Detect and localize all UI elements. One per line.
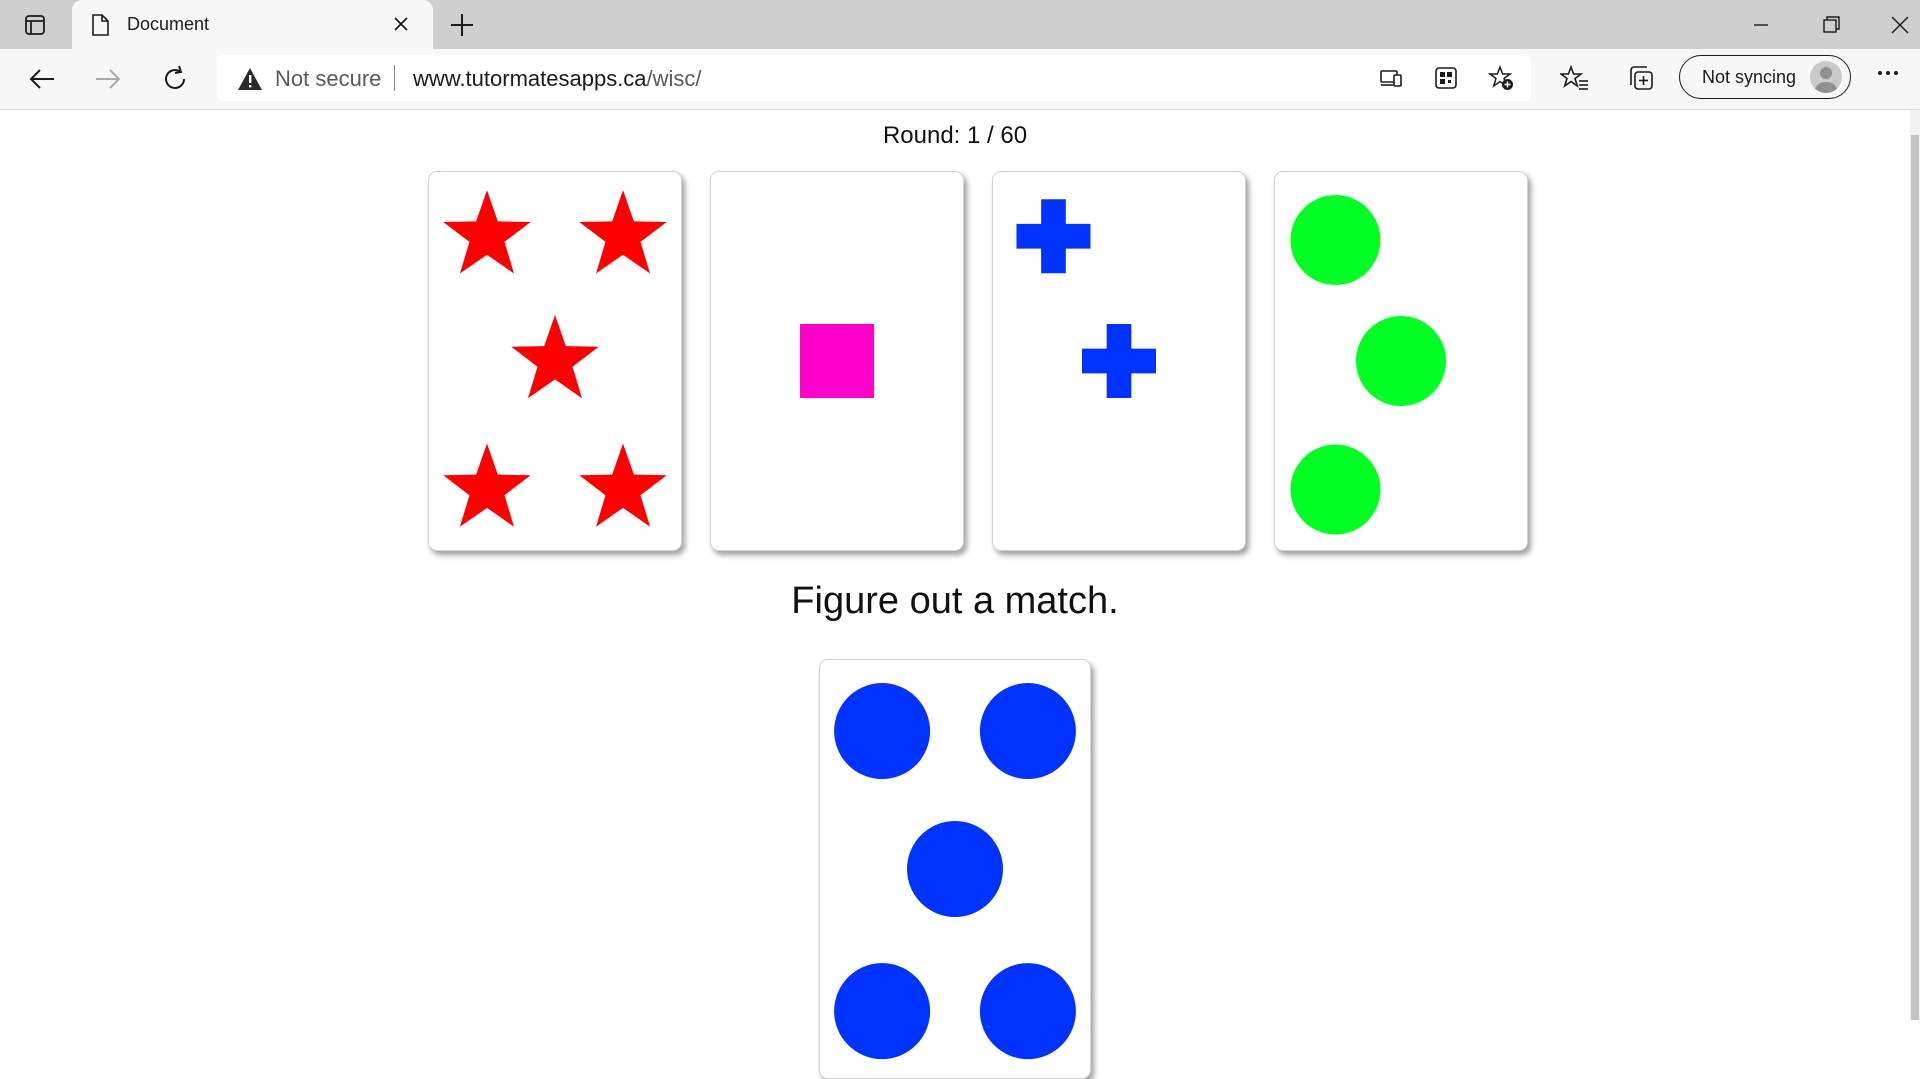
security-status[interactable]: Not secure xyxy=(275,66,381,92)
close-window-icon[interactable] xyxy=(1887,12,1913,38)
star-symbol xyxy=(579,190,667,274)
key-card-crosses[interactable] xyxy=(992,171,1246,551)
key-card-stars[interactable] xyxy=(428,171,682,551)
cross-symbol xyxy=(1082,324,1156,398)
device-icon[interactable] xyxy=(1378,65,1404,91)
scrollbar-thumb[interactable] xyxy=(1911,135,1919,1020)
browser-toolbar: Not secure www.tutormatesapps.ca/wisc/ N… xyxy=(0,49,1920,110)
minimize-icon[interactable] xyxy=(1748,12,1774,38)
url-path: /wisc/ xyxy=(646,66,702,91)
round-counter: Round: 1 / 60 xyxy=(882,122,1028,149)
instruction-text: Figure out a match. xyxy=(791,580,1119,622)
card-symbols xyxy=(1016,199,1156,398)
url-host: www.tutormatesapps.ca xyxy=(413,66,647,91)
card-symbols xyxy=(834,683,1076,1060)
profile-button[interactable]: Not syncing xyxy=(1679,55,1851,99)
add-favorite-icon[interactable] xyxy=(1488,65,1514,91)
star-symbol xyxy=(443,443,531,527)
page-icon xyxy=(92,14,109,36)
star-symbol xyxy=(443,190,531,274)
circle-symbol xyxy=(979,963,1076,1060)
warning-icon[interactable] xyxy=(237,67,263,91)
circle-symbol xyxy=(1290,195,1381,286)
address-bar[interactable]: Not secure www.tutormatesapps.ca/wisc/ xyxy=(217,55,1531,101)
profile-label: Not syncing xyxy=(1702,67,1797,87)
forward-icon[interactable] xyxy=(92,63,124,95)
square-symbol xyxy=(800,324,874,398)
page-viewport: Round: 1 / 60 Figure out a match. xyxy=(0,110,1910,1079)
tab-title: Document xyxy=(127,14,210,34)
key-card-square[interactable] xyxy=(710,171,964,551)
qr-code-icon[interactable] xyxy=(1433,65,1459,91)
card-symbols xyxy=(800,324,874,398)
circle-symbol xyxy=(1356,316,1446,406)
tab-actions-button[interactable] xyxy=(12,9,58,41)
star-symbol xyxy=(511,315,599,399)
circle-symbol xyxy=(834,683,931,780)
card-symbols xyxy=(443,190,667,527)
response-card[interactable] xyxy=(819,659,1091,1079)
back-icon[interactable] xyxy=(26,63,58,95)
new-tab-icon[interactable] xyxy=(448,11,476,39)
star-symbol xyxy=(579,443,667,527)
restore-icon[interactable] xyxy=(1818,12,1844,38)
key-card-circles[interactable] xyxy=(1274,171,1528,551)
circle-symbol xyxy=(979,683,1076,780)
circle-symbol xyxy=(834,963,931,1060)
avatar-icon xyxy=(1815,67,1837,93)
refresh-icon[interactable] xyxy=(159,63,191,95)
avatar xyxy=(1810,61,1842,93)
collections-icon[interactable] xyxy=(1626,64,1656,94)
close-tab-icon[interactable] xyxy=(392,15,410,33)
more-options-icon[interactable] xyxy=(1877,69,1899,77)
url-text[interactable]: www.tutormatesapps.ca/wisc/ xyxy=(413,66,702,92)
circle-symbol xyxy=(1290,444,1381,535)
browser-tab[interactable]: Document xyxy=(72,0,433,49)
favorites-icon[interactable] xyxy=(1560,64,1590,94)
cross-symbol xyxy=(1016,199,1091,274)
circle-symbol xyxy=(907,821,1003,917)
tab-strip: Document xyxy=(0,0,1920,49)
tab-actions-icon xyxy=(25,15,45,35)
address-divider xyxy=(394,65,395,91)
card-symbols xyxy=(1290,195,1446,535)
